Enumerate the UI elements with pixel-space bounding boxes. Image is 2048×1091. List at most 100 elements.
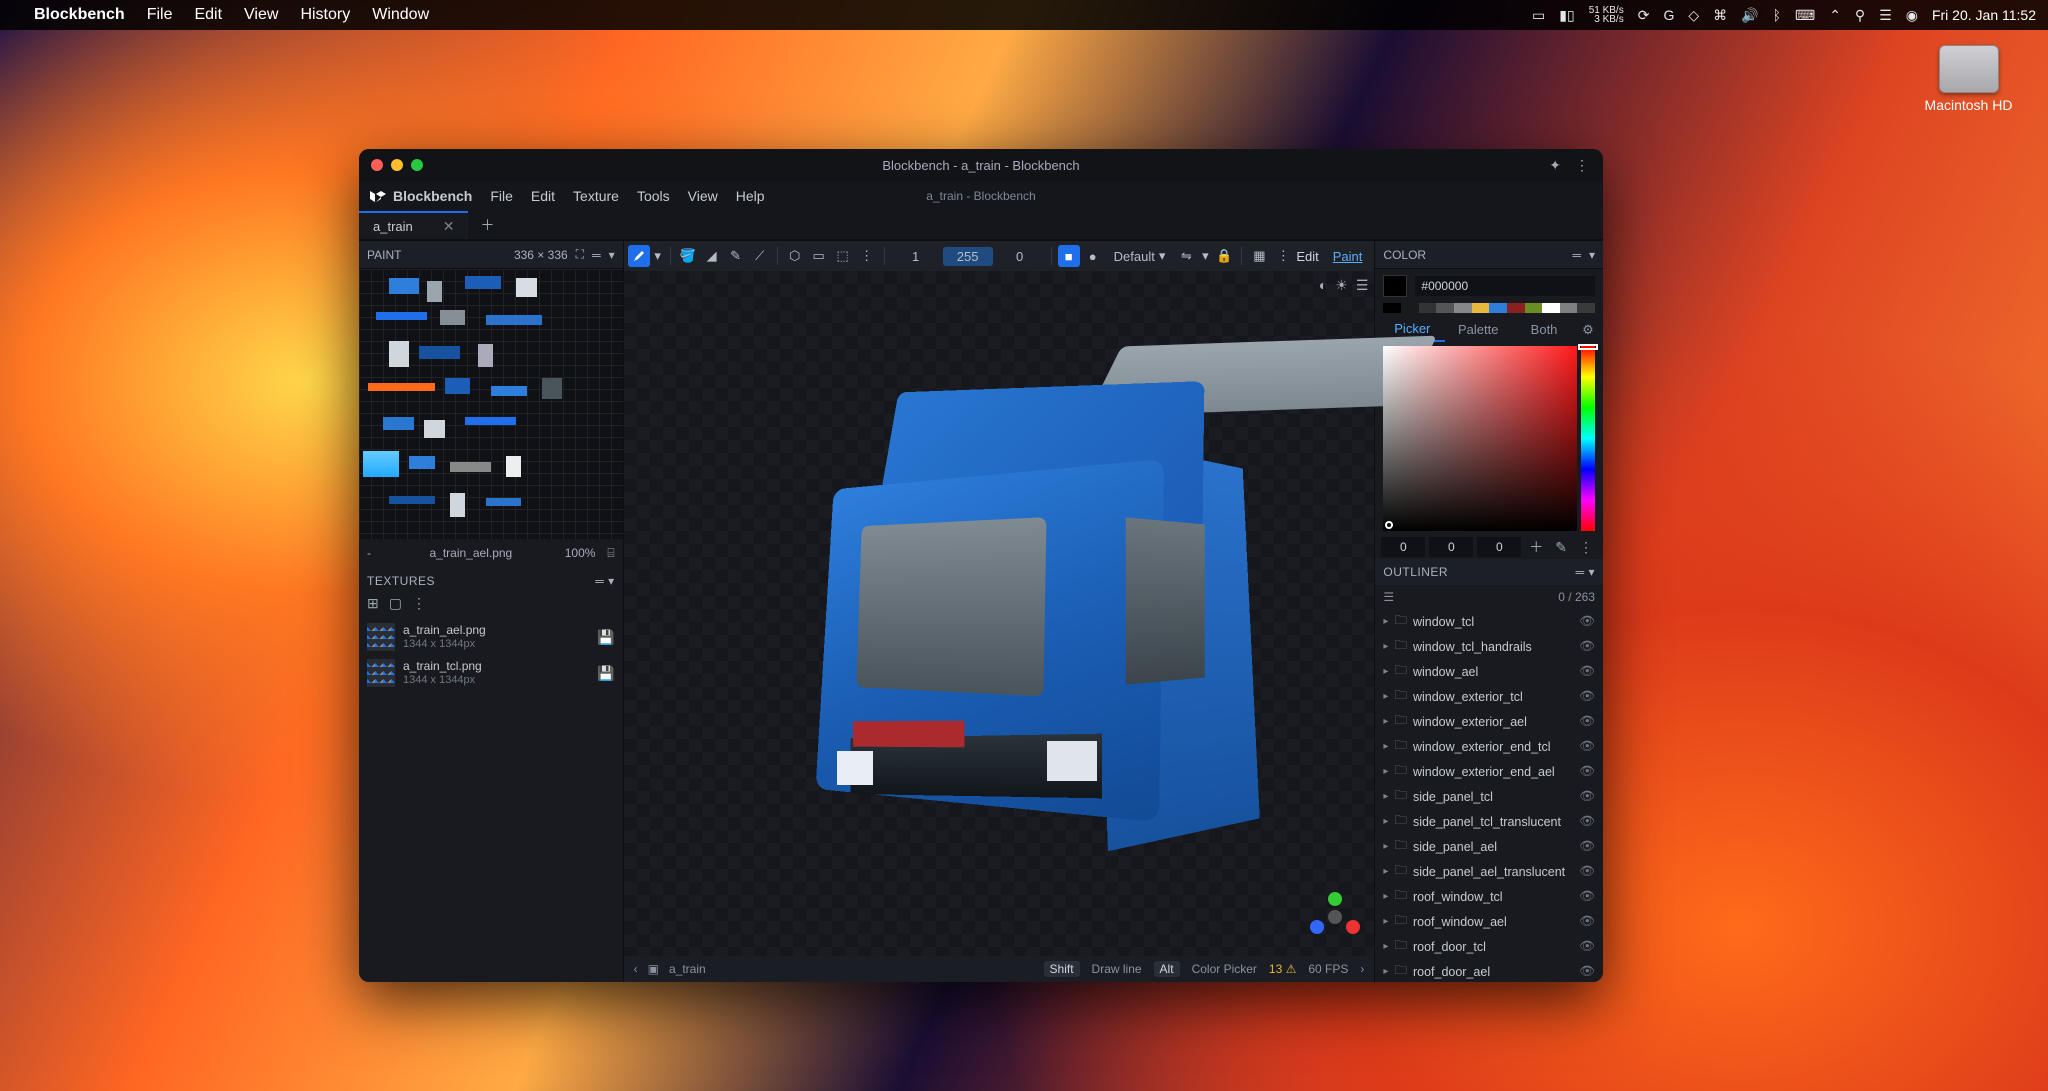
menubar-volume-icon[interactable]: 🔊 — [1741, 7, 1758, 24]
blend-mode-dropdown[interactable]: Default ▾ — [1106, 246, 1174, 266]
gear-icon[interactable]: ⚙ — [1577, 318, 1599, 342]
shape-tool-icon[interactable]: ⬡ — [784, 245, 806, 267]
menubar-app-name[interactable]: Blockbench — [34, 6, 125, 24]
nav-forward-icon[interactable]: › — [1360, 962, 1364, 976]
tab-a-train[interactable]: a_train ✕ — [359, 211, 468, 239]
sv-color-field[interactable] — [1383, 346, 1577, 531]
chevron-right-icon[interactable]: ▸ — [1383, 691, 1388, 702]
menubar-diamond-icon[interactable]: ◇ — [1688, 7, 1699, 24]
visibility-icon[interactable]: 👁 — [1579, 664, 1595, 679]
chevron-right-icon[interactable]: ▸ — [1383, 941, 1388, 952]
visibility-icon[interactable]: 👁 — [1579, 764, 1595, 779]
texture-item[interactable]: a_train_tcl.png 1344 x 1344px 💾 — [359, 655, 623, 691]
menubar-user-icon[interactable]: ◉ — [1906, 7, 1918, 24]
visibility-icon[interactable]: 👁 — [1579, 864, 1595, 879]
outliner-item[interactable]: ▸🗀window_tcl_handrails👁 — [1375, 634, 1603, 659]
shape-circle-icon[interactable]: ● — [1082, 245, 1104, 267]
chevron-right-icon[interactable]: ▸ — [1383, 891, 1388, 902]
rgb-b-input[interactable] — [1477, 537, 1521, 557]
menubar-bluetooth-icon[interactable]: ᛒ — [1773, 7, 1781, 23]
window-titlebar[interactable]: Blockbench - a_train - Blockbench ✦ ⋮ — [359, 149, 1603, 181]
menubar-control-icon[interactable]: ☰ — [1879, 7, 1892, 24]
selection-tool-icon[interactable]: ⬚ — [832, 245, 854, 267]
app-menu-tools[interactable]: Tools — [637, 188, 670, 204]
add-texture-icon[interactable]: ⊞ — [367, 595, 379, 619]
toolbar-menu-icon[interactable]: ⋮ — [1272, 245, 1294, 267]
palette-strip[interactable] — [1375, 303, 1603, 317]
visibility-icon[interactable]: 👁 — [1579, 689, 1595, 704]
brush-dropdown-icon[interactable]: ▾ — [652, 245, 664, 267]
hex-input[interactable] — [1415, 276, 1595, 296]
hue-slider[interactable] — [1581, 346, 1595, 531]
eyedropper-icon[interactable]: ✎ — [1551, 539, 1571, 556]
outliner-item[interactable]: ▸🗀roof_window_tcl👁 — [1375, 884, 1603, 909]
tex-options-icon[interactable]: ═ — [595, 574, 604, 588]
plugin-icon[interactable]: ✦ — [1549, 157, 1561, 174]
mirror-dropdown-icon[interactable]: ▾ — [1199, 245, 1211, 267]
menubar-kbd-icon[interactable]: ⌨ — [1795, 7, 1815, 24]
visibility-icon[interactable]: 👁 — [1579, 839, 1595, 854]
menubar-clock[interactable]: Fri 20. Jan 11:52 — [1932, 7, 2036, 23]
visibility-icon[interactable]: 👁 — [1579, 639, 1595, 654]
menubar-widget-icon[interactable]: ▭ — [1532, 7, 1545, 24]
chevron-right-icon[interactable]: ▸ — [1383, 766, 1388, 777]
chevron-right-icon[interactable]: ▸ — [1383, 666, 1388, 677]
fill-tool-icon[interactable]: 🪣 — [677, 245, 699, 267]
menubar-battery-icon[interactable]: ▮▯ — [1559, 7, 1574, 24]
shading-icon[interactable]: ◐ — [1319, 277, 1327, 294]
orientation-gizmo[interactable] — [1310, 892, 1360, 942]
3d-viewport[interactable]: ◐ ☀ ☰ — [624, 271, 1375, 956]
visibility-icon[interactable]: 👁 — [1579, 614, 1595, 629]
rgb-r-input[interactable] — [1381, 537, 1425, 557]
chevron-right-icon[interactable]: ▸ — [1383, 716, 1388, 727]
nav-back-icon[interactable]: ‹ — [634, 962, 638, 976]
brush-size-input[interactable]: 1 — [891, 247, 941, 266]
window-maximize-button[interactable] — [411, 159, 423, 171]
menubar-g-icon[interactable]: G — [1663, 7, 1674, 23]
mode-paint[interactable]: Paint — [1333, 249, 1363, 264]
visibility-icon[interactable]: 👁 — [1579, 939, 1595, 954]
chevron-right-icon[interactable]: ▸ — [1383, 841, 1388, 852]
brush-tool-icon[interactable] — [628, 245, 650, 267]
uv-resolution[interactable]: 336 × 336 — [514, 248, 568, 262]
color-options-icon[interactable]: ═ — [1572, 248, 1581, 262]
outliner-options-icon[interactable]: ═ — [1576, 565, 1585, 579]
outliner-item[interactable]: ▸🗀window_exterior_tcl👁 — [1375, 684, 1603, 709]
menu-file[interactable]: File — [147, 6, 173, 24]
app-menu-help[interactable]: Help — [736, 188, 765, 204]
lock-icon[interactable]: 🔒 — [1213, 245, 1235, 267]
menubar-search-icon[interactable]: ⚲ — [1855, 7, 1865, 24]
app-menu-view[interactable]: View — [688, 188, 718, 204]
add-color-icon[interactable]: ＋ — [1525, 537, 1547, 557]
eyedropper-icon[interactable]: ⟋ — [749, 245, 771, 267]
menu-window[interactable]: Window — [372, 6, 429, 24]
tab-add-button[interactable]: ＋ — [468, 215, 506, 235]
menubar-link-icon[interactable]: ⌘ — [1713, 7, 1727, 24]
view-menu-icon[interactable]: ☰ — [1356, 277, 1369, 294]
warning-count[interactable]: 13 ⚠ — [1269, 962, 1296, 976]
outliner-item[interactable]: ▸🗀window_exterior_end_ael👁 — [1375, 759, 1603, 784]
outliner-item[interactable]: ▸🗀roof_door_ael👁 — [1375, 959, 1603, 982]
chevron-right-icon[interactable]: ▸ — [1383, 866, 1388, 877]
uv-zoom[interactable]: 100% — [565, 546, 596, 560]
tab-both[interactable]: Both — [1511, 318, 1577, 341]
outliner-item[interactable]: ▸🗀window_exterior_end_tcl👁 — [1375, 734, 1603, 759]
visibility-icon[interactable]: 👁 — [1579, 914, 1595, 929]
rgb-menu-icon[interactable]: ⋮ — [1575, 539, 1597, 556]
brush-opacity-input[interactable]: 255 — [943, 247, 993, 266]
fullscreen-icon[interactable]: ⛶ — [576, 247, 584, 262]
outliner-item[interactable]: ▸🗀side_panel_ael👁 — [1375, 834, 1603, 859]
outliner-item[interactable]: ▸🗀side_panel_tcl_translucent👁 — [1375, 809, 1603, 834]
outliner-item[interactable]: ▸🗀side_panel_tcl👁 — [1375, 784, 1603, 809]
visibility-icon[interactable]: 👁 — [1579, 814, 1595, 829]
rect-tool-icon[interactable]: ▭ — [808, 245, 830, 267]
outliner-filter-icon[interactable]: ☰ — [1383, 590, 1394, 604]
app-menu-texture[interactable]: Texture — [573, 188, 619, 204]
chevron-down-icon[interactable]: ▾ — [608, 574, 615, 588]
chevron-right-icon[interactable]: ▸ — [1383, 641, 1388, 652]
outliner-item[interactable]: ▸🗀window_tcl👁 — [1375, 609, 1603, 634]
visibility-icon[interactable]: 👁 — [1579, 739, 1595, 754]
shading-alt-icon[interactable]: ☀ — [1335, 277, 1348, 294]
mirror-icon[interactable]: ⇋ — [1175, 245, 1197, 267]
chevron-down-icon[interactable]: ▾ — [1588, 565, 1595, 579]
